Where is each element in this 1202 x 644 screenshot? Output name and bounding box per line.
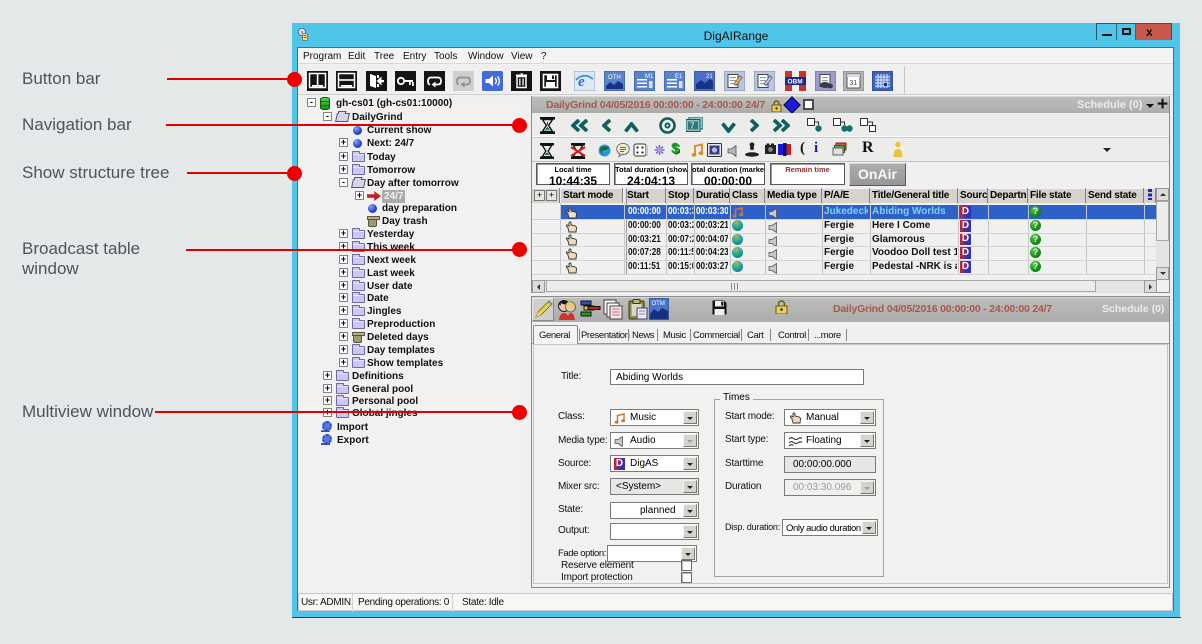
svg-text:OTM: OTM bbox=[652, 301, 665, 307]
svg-text:7: 7 bbox=[690, 122, 695, 131]
svg-text:21: 21 bbox=[706, 74, 713, 80]
svg-text:OBM: OBM bbox=[788, 79, 803, 86]
svg-text:OTH: OTH bbox=[608, 75, 621, 81]
svg-text:31: 31 bbox=[850, 80, 858, 87]
